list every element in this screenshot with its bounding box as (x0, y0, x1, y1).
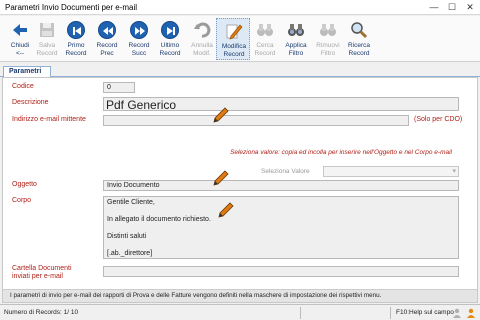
descrizione-label: Descrizione (12, 99, 49, 106)
previous-record-icon (98, 21, 116, 39)
cartella-label: Cartella Documenti inviati per e-mail (12, 265, 72, 281)
solo-cdo-hint: (Solo per CDO) (414, 116, 463, 123)
corpo-line: Gentile Cliente, (107, 199, 155, 206)
corpo-line: [.ab._direttore] (107, 250, 153, 257)
codice-label: Codice (12, 83, 34, 90)
title-bar: Parametri Invio Documenti per e-mail — ☐… (0, 0, 480, 15)
corpo-line (107, 225, 455, 234)
corpo-line: In allegato il documento richiesto. (107, 216, 211, 223)
corpo-line (107, 242, 455, 251)
ricerca-record-button[interactable]: Ricerca Record (342, 18, 376, 60)
ultimo-record-button[interactable]: Ultimo Record (153, 18, 187, 60)
corpo-field[interactable]: Gentile Cliente, In allegato il document… (103, 196, 459, 259)
oggetto-label: Oggetto (12, 181, 37, 188)
codice-field[interactable]: 0 (103, 82, 135, 93)
next-record-icon (130, 21, 148, 39)
cartella-label-line2: inviati per e-mail (12, 273, 63, 280)
maximize-button[interactable]: ☐ (446, 1, 458, 13)
modifica-record-button[interactable]: Modifica Record (216, 18, 250, 60)
cartella-field[interactable] (103, 266, 459, 277)
minimize-button[interactable]: — (428, 1, 440, 13)
binoculars-icon (256, 21, 274, 39)
help-hint: F10:Help sul campo (396, 309, 454, 316)
toolbar: Chiudi <-- Salva Record Primo Record Rec… (0, 16, 480, 62)
pencil-cursor-icon-3 (217, 201, 235, 219)
annulla-modifiche-button[interactable]: Annulla Modif. (185, 18, 219, 60)
save-icon (38, 21, 56, 39)
seleziona-note: Seleziona valore: copia ed incolla per i… (230, 149, 453, 156)
pencil-cursor-icon (212, 106, 230, 124)
person-icon[interactable] (452, 308, 462, 318)
corpo-label: Corpo (12, 197, 32, 204)
corpo-line (107, 208, 455, 217)
tab-strip: Parametri (0, 64, 480, 78)
indirizzo-label: Indirizzo e-mail mittente (12, 116, 86, 123)
indirizzo-field[interactable] (103, 115, 409, 126)
close-window-button[interactable]: ✕ (464, 1, 476, 13)
arrow-left-icon (11, 21, 29, 39)
edit-pencil-icon (225, 22, 243, 40)
parametri-panel: Codice 0 Descrizione Pdf Generico Indiri… (2, 77, 478, 303)
record-prec-button[interactable]: Record Prec (90, 18, 124, 60)
descrizione-field[interactable]: Pdf Generico (103, 97, 459, 111)
magnifier-icon (350, 21, 368, 39)
apply-filter-binoculars-icon (287, 21, 305, 39)
oggetto-field[interactable]: Invio Documento (103, 180, 459, 191)
chevron-down-icon: ▾ (452, 168, 456, 175)
corpo-line: Distinti saluti (107, 233, 147, 240)
remove-filter-binoculars-icon (319, 21, 337, 39)
first-record-icon (67, 21, 85, 39)
record-count: Numero di Records: 1/ 10 (4, 309, 79, 316)
status-bar: Numero di Records: 1/ 10 F10:Help sul ca… (0, 304, 480, 320)
last-record-icon (161, 21, 179, 39)
window-title: Parametri Invio Documenti per e-mail (5, 3, 138, 12)
info-text: I parametri di invio per e-mail dei rapp… (3, 289, 477, 302)
undo-icon (193, 21, 211, 39)
cartella-label-line1: Cartella Documenti (12, 265, 72, 272)
status-divider-2 (390, 307, 391, 319)
seleziona-valore-select[interactable]: ▾ (323, 166, 459, 177)
status-divider (300, 307, 301, 319)
user-icon[interactable] (466, 308, 476, 318)
seleziona-valore-label: Seleziona Valore (261, 168, 310, 175)
applica-filtro-button[interactable]: Applica Filtro (279, 18, 313, 60)
ricerca-label: Ricerca Record (347, 42, 371, 57)
pencil-cursor-icon-2 (212, 169, 230, 187)
